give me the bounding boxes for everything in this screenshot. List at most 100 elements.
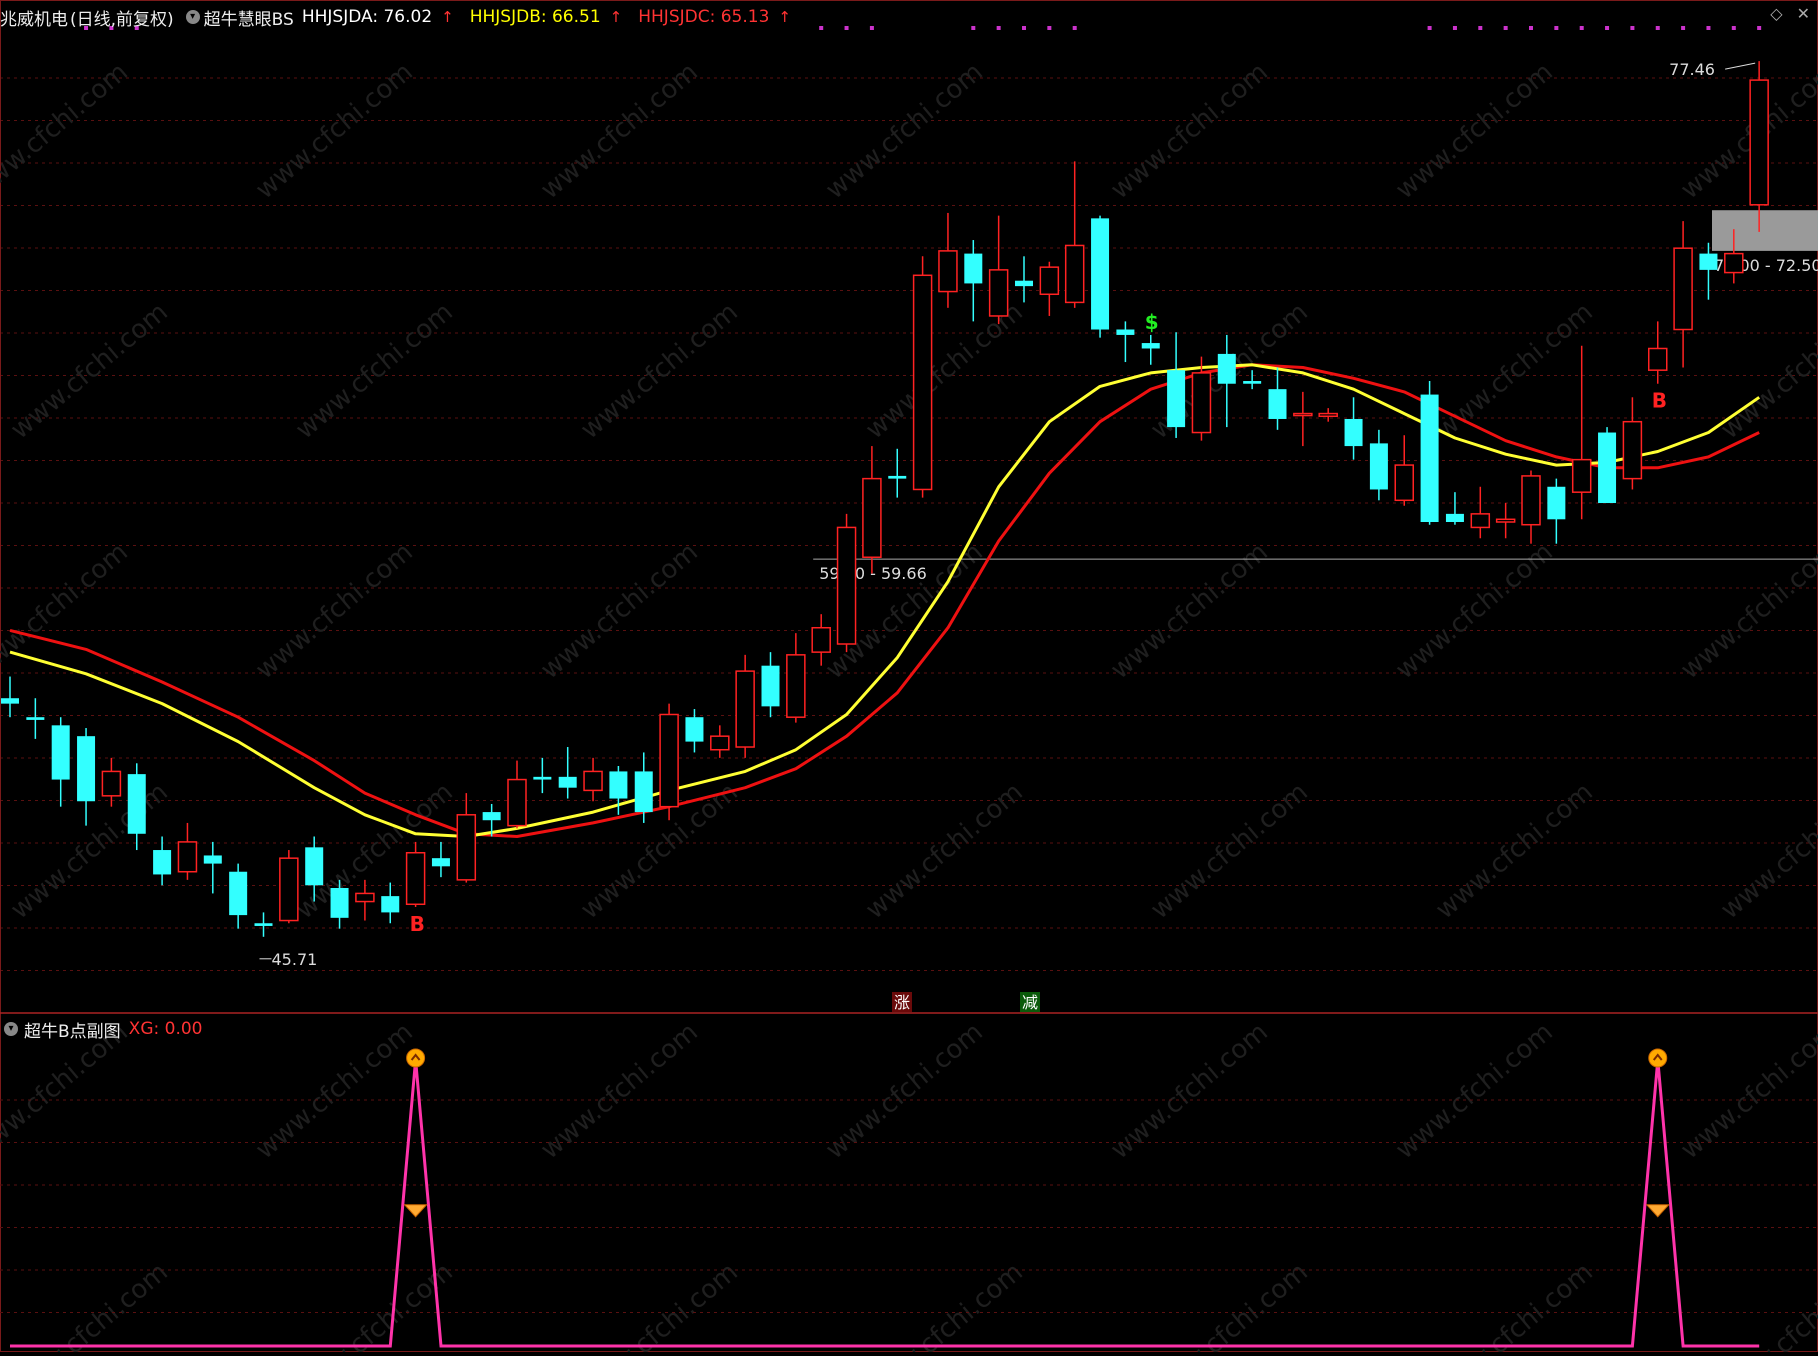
up-arrow-icon: ↑ bbox=[778, 8, 791, 26]
candle-body bbox=[507, 778, 527, 827]
signal-dot bbox=[1503, 26, 1508, 30]
candle-body bbox=[710, 735, 730, 751]
candle-body bbox=[1167, 370, 1186, 428]
candle-body bbox=[1394, 464, 1414, 502]
candle-body bbox=[583, 770, 603, 792]
candle-body bbox=[988, 269, 1009, 317]
candle-body bbox=[1521, 475, 1541, 526]
sub-chart-header: ▾ 超牛B点副图 XG: 0.00 bbox=[0, 1014, 202, 1044]
buy-marker: B bbox=[1652, 389, 1667, 413]
signal-dot bbox=[1047, 26, 1052, 30]
chart-canvas: www.cfchi.com www.cfchi.com www.cfchi.com w… bbox=[0, 0, 1818, 1356]
candle-body bbox=[1724, 252, 1744, 274]
peak-circle-icon bbox=[1648, 1048, 1668, 1068]
candle-body bbox=[685, 717, 704, 742]
candle-body bbox=[254, 923, 273, 926]
candle-body bbox=[26, 717, 45, 720]
candle-body bbox=[1015, 280, 1033, 287]
sub-indicator-name[interactable]: 超牛B点副图 bbox=[24, 1017, 121, 1042]
candle-body bbox=[735, 670, 755, 748]
candle-body bbox=[558, 776, 577, 788]
candle-body bbox=[456, 814, 477, 881]
candle-body bbox=[1622, 420, 1643, 480]
candle-body bbox=[1699, 253, 1718, 270]
candle-body bbox=[127, 774, 146, 834]
candle-body bbox=[1116, 329, 1135, 335]
candle-body bbox=[1369, 443, 1388, 490]
signal-dot bbox=[1757, 26, 1762, 30]
candle-body bbox=[938, 250, 958, 293]
down-tag: 减 bbox=[1022, 993, 1038, 1012]
indicator-c-value: HHJSJDC: 65.13 bbox=[638, 7, 770, 27]
candle-body bbox=[101, 770, 122, 797]
range-top-box bbox=[1712, 210, 1818, 251]
indicator-a-value: HHJSJDA: 76.02 bbox=[301, 7, 433, 27]
candle-body bbox=[811, 626, 831, 653]
signal-dot bbox=[1731, 26, 1736, 30]
candle-body bbox=[1598, 432, 1617, 504]
candle-body bbox=[279, 857, 299, 922]
signal-dot bbox=[1605, 26, 1610, 30]
candle-body bbox=[1091, 218, 1110, 330]
candle-body bbox=[1571, 458, 1592, 493]
candle-body bbox=[1243, 381, 1262, 384]
candle-body bbox=[1191, 372, 1212, 434]
up-tag: 涨 bbox=[894, 993, 910, 1012]
low-price-label: 45.71 bbox=[272, 950, 318, 969]
candle-body bbox=[634, 771, 653, 813]
candle-body bbox=[761, 665, 780, 707]
candle-body bbox=[1648, 347, 1668, 371]
stock-name[interactable]: 兆威机电 bbox=[0, 5, 68, 30]
candle-body bbox=[1344, 418, 1363, 447]
candle-body bbox=[431, 858, 450, 867]
candle-body bbox=[1749, 79, 1769, 206]
candle-body bbox=[1470, 513, 1491, 529]
sub-indicator-toggle-icon[interactable]: ▾ bbox=[4, 1022, 18, 1036]
candle-body bbox=[1141, 343, 1160, 349]
candle-body bbox=[862, 477, 882, 558]
signal-dot bbox=[844, 26, 849, 30]
close-icon[interactable]: ✕ bbox=[1797, 4, 1810, 23]
signal-dot bbox=[1655, 26, 1660, 30]
indicator-toggle-icon[interactable]: ▾ bbox=[185, 10, 200, 24]
candle-body bbox=[1673, 247, 1693, 331]
diamond-icon[interactable]: ◇ bbox=[1770, 4, 1782, 23]
up-arrow-icon: ↑ bbox=[609, 8, 623, 26]
chart-period[interactable]: (日线,前复权) bbox=[70, 5, 174, 30]
candle-body bbox=[1293, 412, 1313, 417]
range-mid-label: 59.60 - 59.66 bbox=[819, 564, 927, 583]
candle-body bbox=[77, 736, 96, 802]
candle-body bbox=[836, 526, 857, 645]
indicator-name[interactable]: 超牛慧眼BS bbox=[204, 5, 294, 30]
signal-dot bbox=[971, 26, 976, 30]
candle-body bbox=[381, 896, 400, 913]
indicator-a: HHJSJDA: 76.02 ↑ bbox=[302, 7, 462, 27]
candle-body bbox=[177, 841, 198, 873]
candle-body bbox=[912, 274, 933, 491]
signal-dot bbox=[1630, 26, 1635, 30]
signal-dot bbox=[1478, 26, 1483, 30]
candle-body bbox=[1420, 394, 1439, 522]
candle-body bbox=[405, 852, 426, 906]
candle-body bbox=[609, 771, 628, 799]
candle-body bbox=[786, 654, 806, 718]
candle-body bbox=[1, 698, 19, 704]
high-price-label: 77.46 bbox=[1669, 60, 1715, 79]
signal-dot bbox=[869, 26, 874, 30]
signal-dot bbox=[819, 26, 824, 30]
signal-dot bbox=[1452, 26, 1457, 30]
buy-marker: B bbox=[410, 912, 425, 936]
window-controls: ◇ ✕ bbox=[1770, 4, 1810, 23]
candle-body bbox=[355, 892, 375, 903]
candle-body bbox=[482, 812, 501, 821]
signal-dot bbox=[996, 26, 1001, 30]
chart-header: 兆威机电 (日线,前复权) ▾ 超牛慧眼BS HHJSJDA: 76.02 ↑ H… bbox=[0, 2, 807, 32]
candle-body bbox=[203, 855, 222, 864]
candle-body bbox=[1445, 513, 1464, 522]
sell-marker: $ bbox=[1145, 310, 1159, 334]
xg-value: XG: 0.00 bbox=[128, 1019, 203, 1039]
signal-dot bbox=[1681, 26, 1686, 30]
candle-body bbox=[888, 475, 907, 479]
candle-body bbox=[1318, 412, 1338, 418]
signal-dot bbox=[1022, 26, 1026, 30]
